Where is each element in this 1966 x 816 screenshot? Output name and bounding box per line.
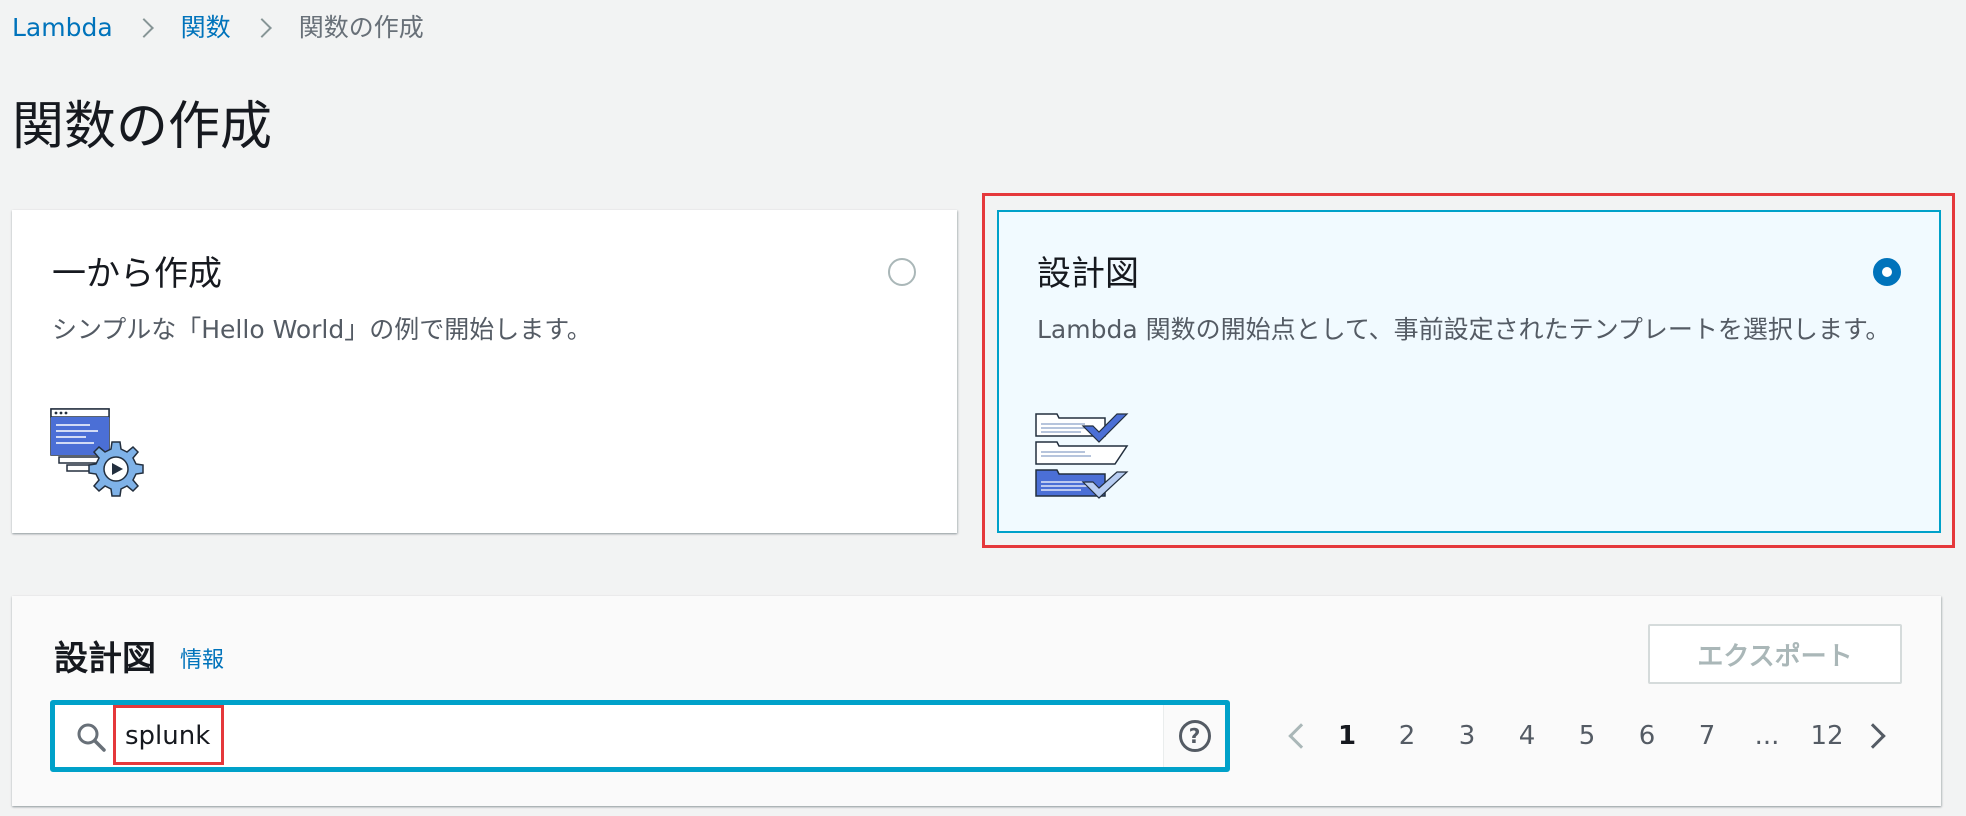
option-title: 一から作成 [52, 254, 222, 294]
previous-page-button[interactable] [1277, 708, 1317, 764]
page-number[interactable]: 6 [1617, 708, 1677, 764]
page-ellipsis: ... [1754, 721, 1780, 751]
chevron-right-icon [1860, 723, 1886, 749]
export-button[interactable]: エクスポート [1648, 624, 1902, 684]
page-number[interactable]: 3 [1437, 708, 1497, 764]
chevron-right-icon [133, 18, 154, 38]
chevron-left-icon [1288, 723, 1314, 749]
gear-window-icon [50, 408, 144, 497]
page-number[interactable]: 5 [1557, 708, 1617, 764]
option-description: シンプルな「Hello World」の例で開始します。 [52, 315, 592, 344]
help-button[interactable]: ? [1163, 705, 1225, 767]
option-use-blueprint[interactable]: 設計図 Lambda 関数の開始点として、事前設定されたテンプレートを選択します… [997, 210, 1941, 533]
next-page-button[interactable] [1857, 708, 1897, 764]
pagination: 1 2 3 4 5 6 7 ... 12 [1277, 708, 1897, 764]
panel-title: 設計図 [54, 639, 156, 679]
breadcrumb-current: 関数の作成 [298, 13, 424, 42]
search-input[interactable] [115, 709, 1175, 763]
info-link[interactable]: 情報 [180, 644, 224, 678]
page-number[interactable]: 4 [1497, 708, 1557, 764]
option-title: 設計図 [1037, 254, 1139, 294]
page-number-last[interactable]: 12 [1797, 708, 1857, 764]
page-number[interactable]: 7 [1677, 708, 1737, 764]
page-number[interactable]: 2 [1377, 708, 1437, 764]
breadcrumb-lambda[interactable]: Lambda [12, 10, 113, 46]
option-author-from-scratch[interactable]: 一から作成 シンプルな「Hello World」の例で開始します。 [12, 210, 957, 533]
page-title: 関数の作成 [12, 97, 273, 157]
breadcrumb-functions[interactable]: 関数 [181, 10, 231, 46]
blueprint-search[interactable]: ? [50, 700, 1230, 772]
template-checklist-icon [1035, 413, 1129, 499]
help-icon: ? [1178, 720, 1211, 752]
blueprint-panel: 設計図 情報 エクスポート ? 1 2 3 4 5 6 7 ... 12 [12, 596, 1941, 806]
search-icon [77, 723, 106, 752]
radio-selected[interactable] [1873, 258, 1901, 286]
option-description: Lambda 関数の開始点として、事前設定されたテンプレートを選択します。 [1037, 315, 1891, 344]
radio-unselected[interactable] [888, 258, 916, 286]
page-number[interactable]: 1 [1317, 708, 1377, 764]
chevron-right-icon [251, 18, 272, 38]
breadcrumb: Lambda 関数 関数の作成 [12, 10, 424, 46]
